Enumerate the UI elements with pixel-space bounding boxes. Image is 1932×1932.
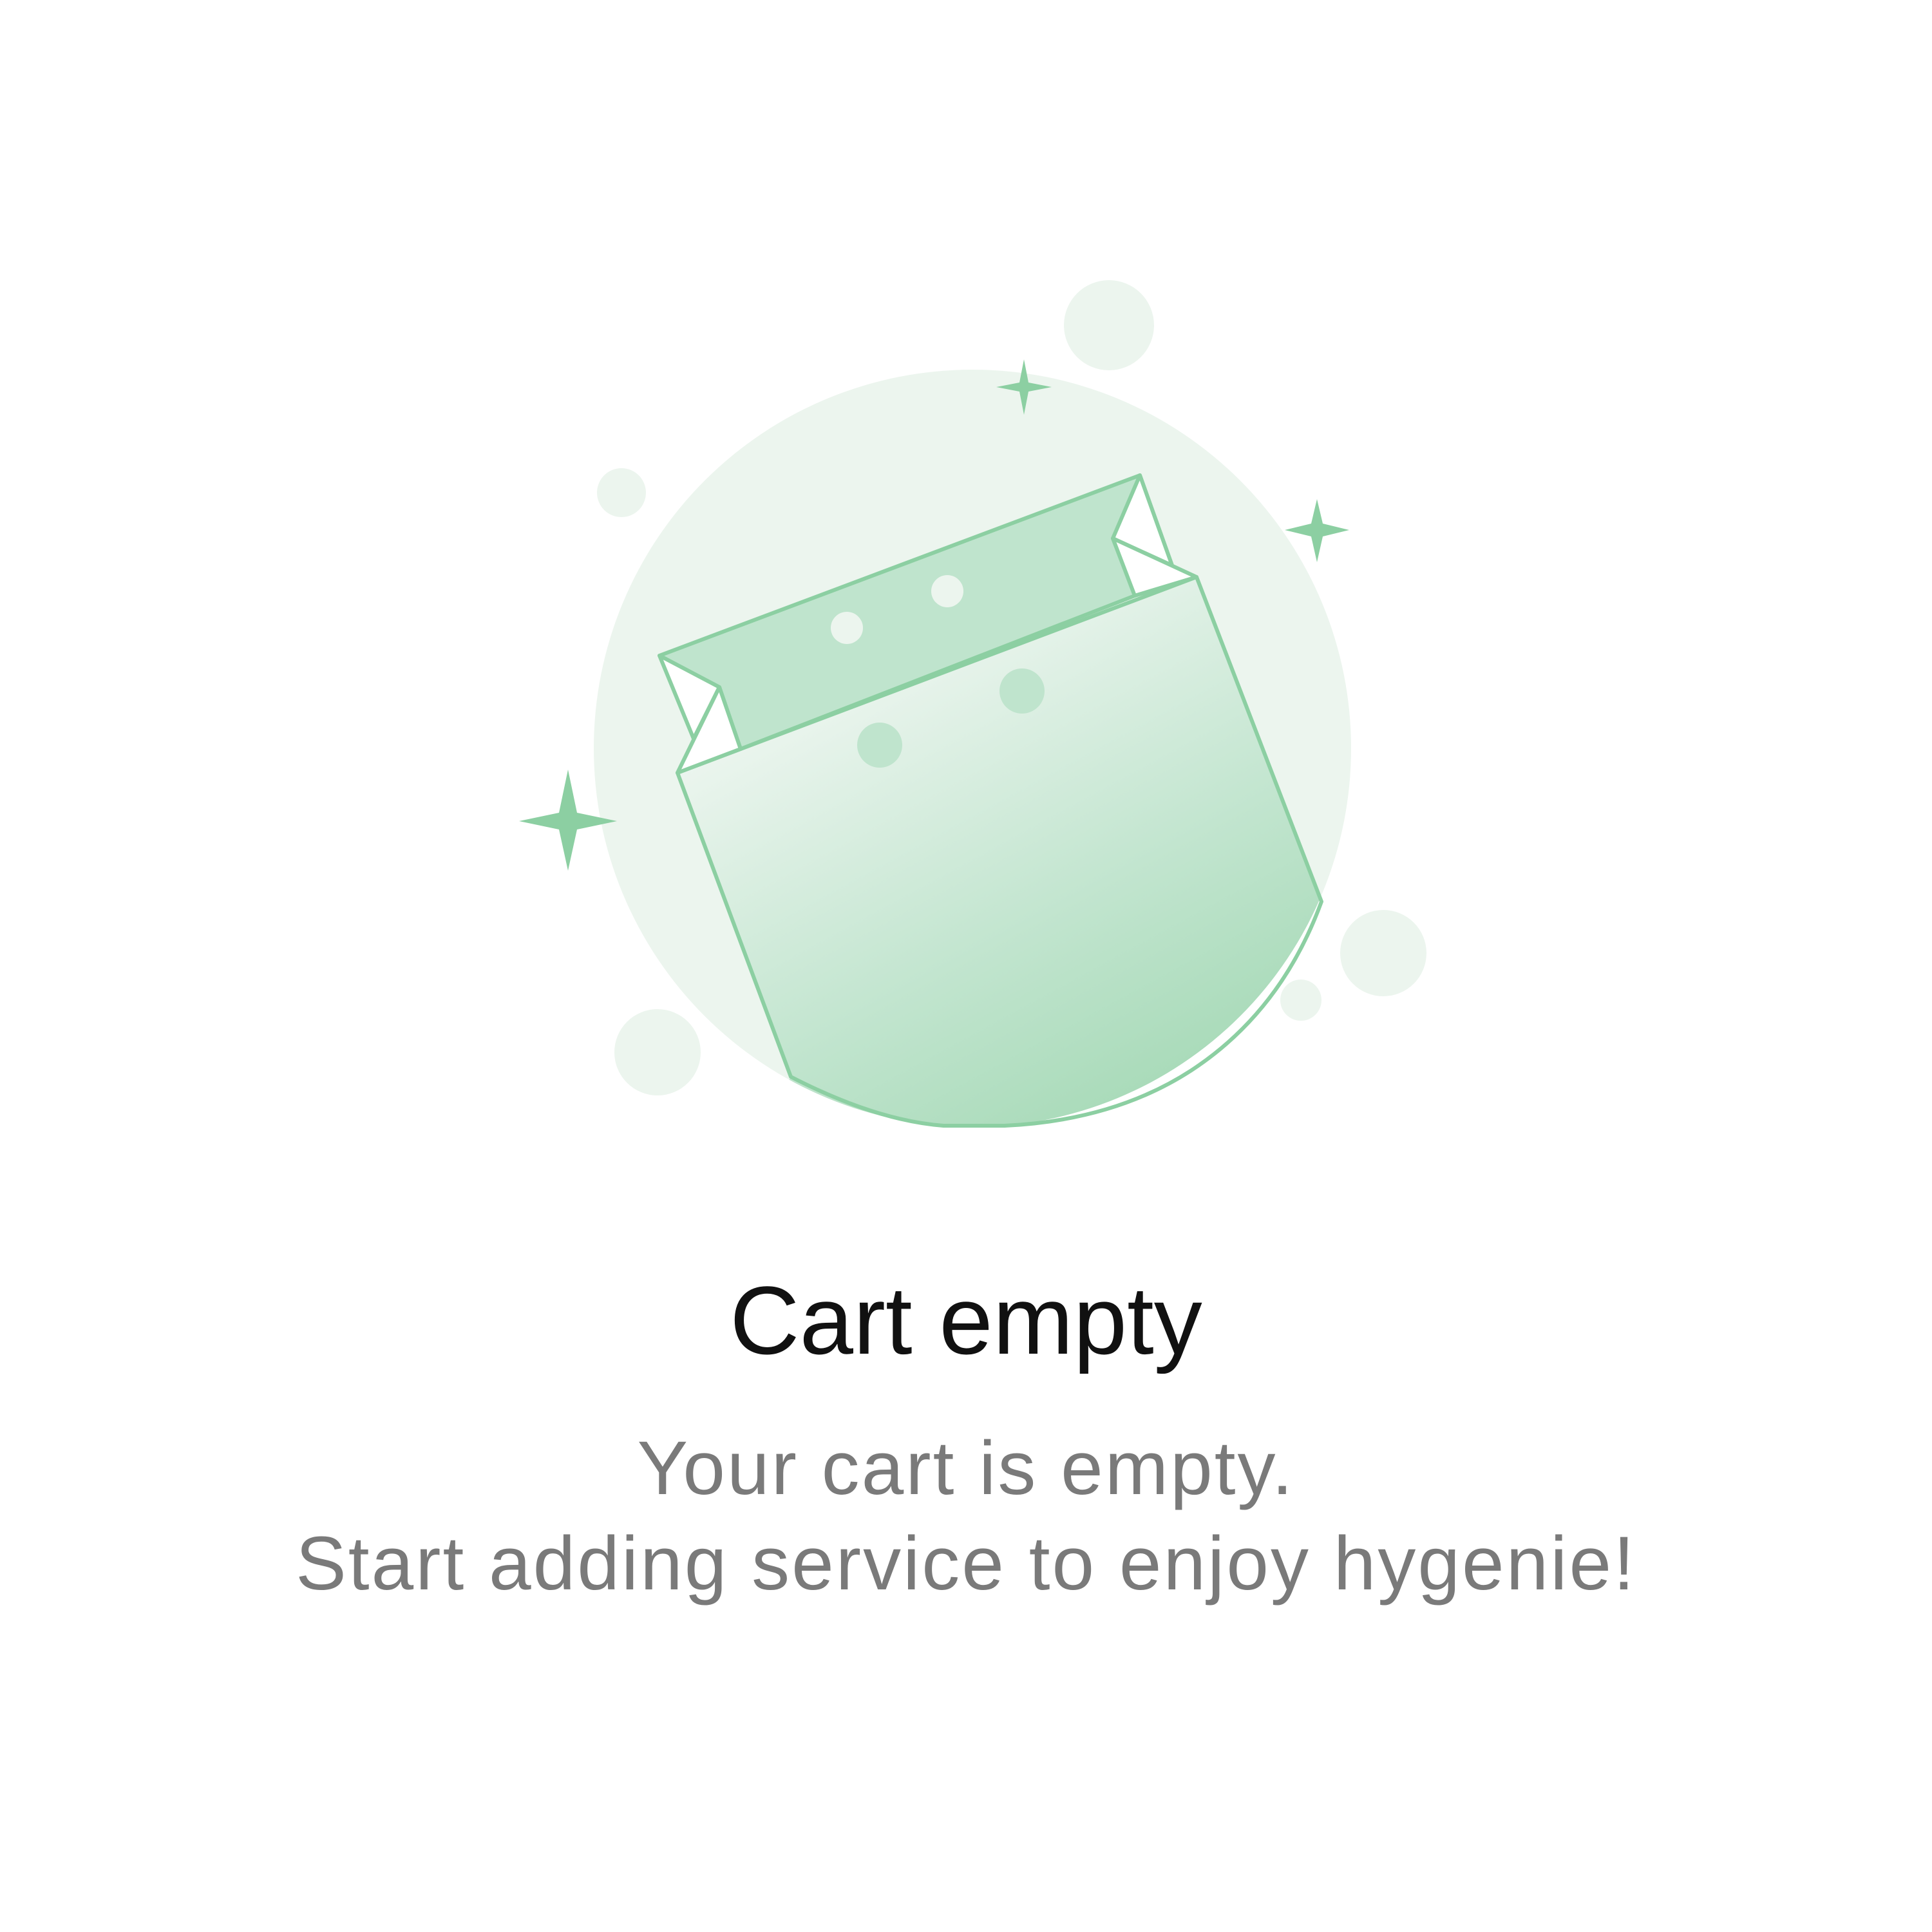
bubble-bottom-left (614, 1009, 701, 1095)
empty-cart-illustration (519, 280, 1426, 1128)
bubble-top-right (1064, 280, 1154, 370)
empty-cart-message-line2: Start adding service to enjoy hygenie! (296, 1521, 1636, 1606)
empty-cart-screen: Cart empty Your cart is empty. Start add… (0, 0, 1932, 1932)
bag-dot (857, 723, 902, 768)
bubble-right-small (1280, 980, 1321, 1021)
empty-cart-title: Cart empty (730, 1266, 1202, 1374)
bubble-left (597, 468, 646, 517)
band-dot (931, 575, 963, 607)
empty-cart-message-line1: Your cart is empty. (637, 1426, 1295, 1511)
bubble-right-large (1340, 910, 1426, 996)
band-dot (831, 612, 863, 644)
bag-dot (999, 668, 1045, 714)
